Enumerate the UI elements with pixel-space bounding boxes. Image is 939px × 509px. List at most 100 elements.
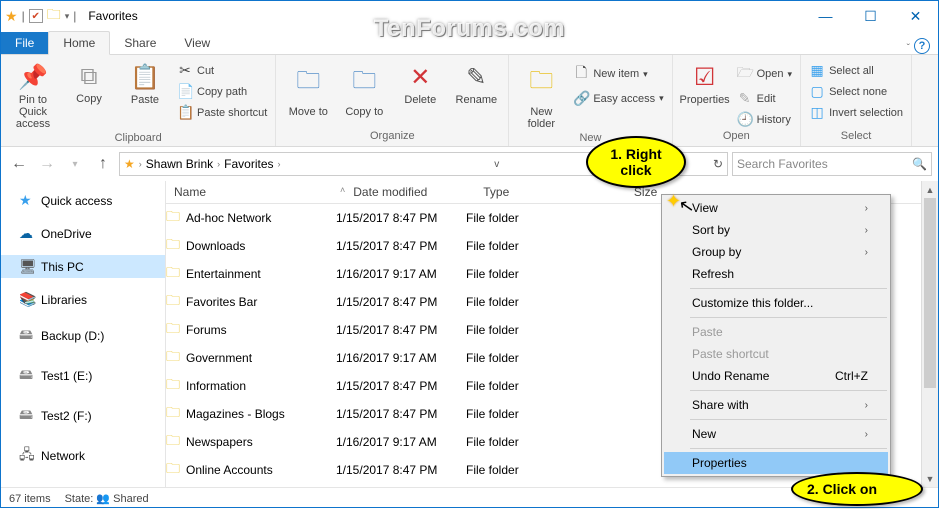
select-none-button[interactable]: ▢Select none: [807, 82, 905, 101]
pin-to-quick-access-button[interactable]: 📌Pin to Quick access: [7, 61, 59, 132]
ctx-customize[interactable]: Customize this folder...: [664, 292, 888, 314]
scissors-icon: ✂: [177, 62, 193, 79]
select-all-button[interactable]: ▦Select all: [807, 61, 905, 80]
sidebar-quick-access[interactable]: ★Quick access: [1, 189, 165, 212]
search-input[interactable]: Search Favorites 🔍: [732, 152, 932, 176]
history-button[interactable]: 🕘History: [735, 110, 794, 129]
qat-checkbox-icon[interactable]: ✔: [29, 9, 43, 23]
group-label-open: Open: [679, 130, 794, 144]
edit-icon: ✎: [737, 90, 753, 107]
paste-button[interactable]: 📋Paste: [119, 61, 171, 108]
copy-to-icon: 🗀: [352, 63, 376, 104]
easy-access-button[interactable]: 🔗Easy access ▾: [571, 89, 665, 108]
folder-icon: 🗀: [166, 486, 180, 487]
scroll-thumb[interactable]: [924, 198, 936, 388]
refresh-button[interactable]: ↻: [713, 157, 723, 171]
ctx-sort-by[interactable]: Sort by›: [664, 219, 888, 241]
row-name: Online Accounts: [186, 463, 273, 477]
tab-share[interactable]: Share: [110, 32, 170, 54]
sidebar-homegroup[interactable]: 👥Homegroup: [1, 481, 165, 487]
open-icon: 🗁: [737, 62, 753, 86]
qat-folder-icon[interactable]: 🗀: [47, 4, 61, 28]
nav-recent-dropdown[interactable]: ▾: [63, 152, 87, 176]
crumb-folder[interactable]: Favorites: [224, 157, 273, 171]
col-date[interactable]: Date modified: [345, 185, 475, 199]
folder-icon: 🗀: [166, 262, 180, 286]
ctx-properties[interactable]: Properties: [664, 452, 888, 474]
ctx-group-by[interactable]: Group by›: [664, 241, 888, 263]
close-button[interactable]: ✕: [893, 2, 938, 31]
nav-forward-button[interactable]: →: [35, 152, 59, 176]
scroll-down-icon[interactable]: ▼: [922, 470, 938, 487]
row-type: File folder: [466, 267, 596, 281]
chevron-right-icon[interactable]: ›: [217, 159, 220, 169]
scroll-up-icon[interactable]: ▲: [922, 181, 938, 198]
sidebar-test1[interactable]: 🖴Test1 (E:): [1, 361, 165, 391]
sidebar: ★Quick access ☁OneDrive 🖥This PC 📚Librar…: [1, 181, 166, 487]
row-type: File folder: [466, 463, 596, 477]
open-button[interactable]: 🗁Open ▾: [735, 61, 794, 87]
chevron-right-icon[interactable]: ›: [139, 159, 142, 169]
row-type: File folder: [466, 211, 596, 225]
sidebar-backup[interactable]: 🖴Backup (D:): [1, 321, 165, 351]
tab-file[interactable]: File: [1, 32, 48, 54]
ctx-share-with[interactable]: Share with›: [664, 394, 888, 416]
maximize-button[interactable]: ☐: [848, 2, 893, 31]
sidebar-network[interactable]: 🖧Network: [1, 441, 165, 471]
drive-icon: 🖴: [19, 404, 35, 428]
titlebar: ★ | ✔ 🗀 ▾ | Favorites — ☐ ✕: [1, 1, 938, 31]
folder-icon: 🗀: [166, 206, 180, 230]
copy-button[interactable]: ⧉Copy: [63, 61, 115, 107]
address-dropdown-icon[interactable]: v: [494, 159, 499, 170]
minimize-button[interactable]: —: [803, 2, 848, 31]
nav-up-button[interactable]: ↑: [91, 152, 115, 176]
ribbon-tabs: File Home Share View ˇ ?: [1, 31, 938, 55]
chevron-right-icon[interactable]: ›: [278, 159, 281, 169]
cut-button[interactable]: ✂Cut: [175, 61, 269, 80]
ctx-new[interactable]: New›: [664, 423, 888, 445]
new-item-button[interactable]: 🗋New item ▾: [571, 61, 665, 87]
scrollbar[interactable]: ▲ ▼: [921, 181, 938, 487]
col-name[interactable]: Name: [166, 185, 336, 199]
tab-home[interactable]: Home: [48, 31, 110, 55]
folder-icon: 🗀: [166, 290, 180, 314]
nav-back-button[interactable]: ←: [7, 152, 31, 176]
col-type[interactable]: Type: [475, 185, 605, 199]
status-count: 67 items: [9, 493, 51, 505]
qat-dropdown-icon[interactable]: ▾: [65, 11, 70, 22]
help-button[interactable]: ?: [914, 38, 930, 54]
sidebar-this-pc[interactable]: 🖥This PC: [1, 255, 165, 278]
properties-button[interactable]: ☑Properties: [679, 61, 731, 108]
sidebar-test2[interactable]: 🖴Test2 (F:): [1, 401, 165, 431]
rename-button[interactable]: ✎Rename: [450, 61, 502, 108]
paste-shortcut-button[interactable]: 📋Paste shortcut: [175, 103, 269, 122]
delete-button[interactable]: ✕Delete: [394, 61, 446, 108]
row-type: File folder: [466, 295, 596, 309]
new-folder-button[interactable]: 🗀New folder: [515, 61, 567, 132]
row-date: 1/16/2017 9:17 AM: [336, 351, 466, 365]
copy-path-button[interactable]: 📄Copy path: [175, 82, 269, 101]
ctx-refresh[interactable]: Refresh: [664, 263, 888, 285]
copy-to-button[interactable]: 🗀Copy to: [338, 61, 390, 120]
ribbon-collapse-icon[interactable]: ˇ: [907, 43, 910, 54]
row-date: 1/16/2017 9:17 AM: [336, 267, 466, 281]
sidebar-libraries[interactable]: 📚Libraries: [1, 288, 165, 311]
crumb-user[interactable]: Shawn Brink: [146, 157, 213, 171]
row-name: Government: [186, 351, 252, 365]
row-type: File folder: [466, 435, 596, 449]
search-icon[interactable]: 🔍: [912, 157, 927, 171]
select-all-icon: ▦: [809, 62, 825, 79]
invert-selection-button[interactable]: ◫Invert selection: [807, 103, 905, 122]
folder-icon: 🗀: [166, 346, 180, 370]
move-to-button[interactable]: 🗀Move to: [282, 61, 334, 120]
sidebar-onedrive[interactable]: ☁OneDrive: [1, 222, 165, 245]
ctx-view[interactable]: View›: [664, 197, 888, 219]
edit-button[interactable]: ✎Edit: [735, 89, 794, 108]
history-icon: 🕘: [737, 111, 753, 128]
chevron-right-icon: ›: [865, 400, 868, 411]
ctx-undo-rename[interactable]: Undo RenameCtrl+Z: [664, 365, 888, 387]
qat-separator: |: [22, 9, 25, 23]
easy-access-icon: 🔗: [573, 90, 589, 107]
row-type: File folder: [466, 323, 596, 337]
tab-view[interactable]: View: [170, 32, 224, 54]
